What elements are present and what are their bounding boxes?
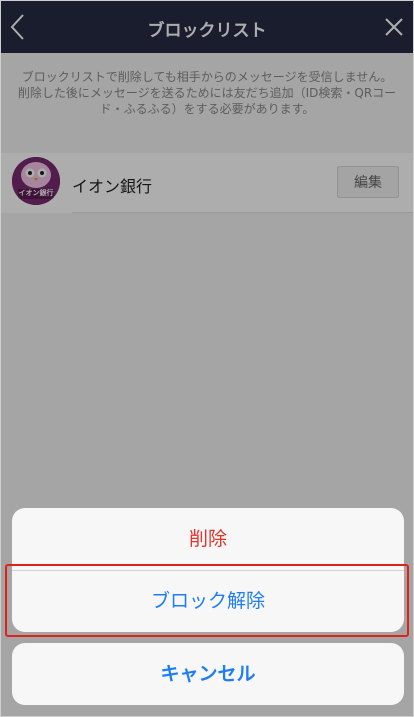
highlight-box xyxy=(5,564,409,637)
cancel-button[interactable]: キャンセル xyxy=(12,643,404,705)
cancel-sheet: キャンセル xyxy=(12,643,404,705)
delete-button[interactable]: 削除 xyxy=(12,508,404,570)
screen: ブロックリスト ブロックリストで削除しても相手からのメッセージを受信しません。 … xyxy=(0,0,414,717)
